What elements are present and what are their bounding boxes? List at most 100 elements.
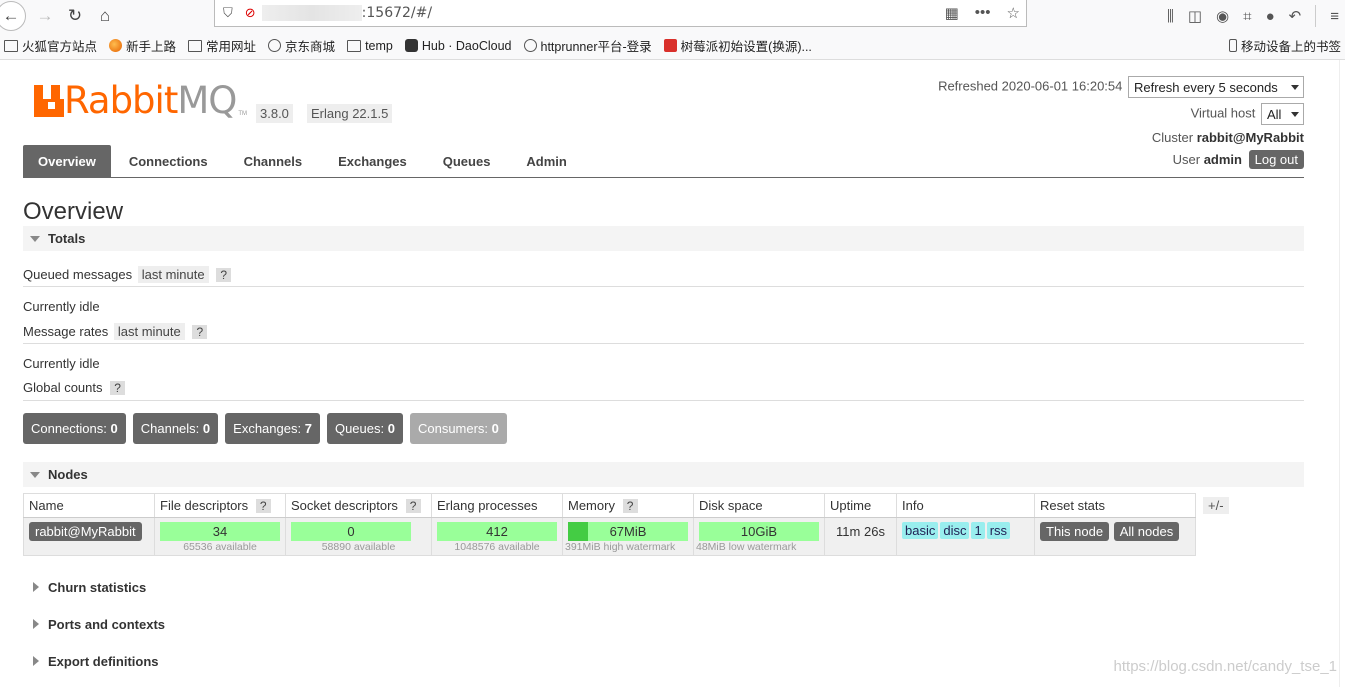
logo-text: RabbitMQ	[64, 79, 237, 122]
sockets-bar: 0	[291, 522, 411, 541]
bookmark-label: httprunner平台-登录	[540, 40, 652, 54]
bookmark-item[interactable]: 常用网址	[188, 36, 256, 55]
reset-this-node-button[interactable]: This node	[1040, 522, 1110, 541]
cluster-name: rabbit@MyRabbit	[1196, 130, 1304, 145]
bookmark-item[interactable]: temp	[347, 39, 393, 53]
sidebar-icon[interactable]: ◫	[1188, 7, 1202, 25]
menu-icon[interactable]: ≡	[1330, 8, 1339, 25]
global-counts-row: Global counts ?	[23, 380, 126, 395]
help-button[interactable]: ?	[255, 499, 271, 513]
globe-icon	[268, 39, 282, 52]
help-button[interactable]: ?	[622, 499, 638, 513]
folder-icon	[347, 39, 362, 52]
connections-count-button[interactable]: Connections: 0	[23, 413, 126, 444]
folder-icon	[188, 39, 203, 52]
info-tag: 1	[971, 522, 985, 539]
rabbitmq-logo[interactable]: RabbitMQ TM	[34, 79, 248, 122]
queued-messages-label: Queued messages	[23, 267, 133, 282]
nodes-section-header[interactable]: Nodes	[23, 462, 1304, 487]
idle-text: Currently idle	[23, 299, 100, 314]
fd-bar: 34	[160, 522, 280, 541]
bookmark-label: 京东商城	[285, 40, 336, 54]
ports-section-header[interactable]: Ports and contexts	[23, 617, 165, 632]
account-icon[interactable]: ◉	[1216, 7, 1229, 25]
help-button[interactable]: ?	[110, 381, 126, 395]
help-button[interactable]: ?	[216, 268, 232, 282]
screenshot-icon[interactable]: ⌗	[1243, 8, 1251, 25]
url-text: :15672/#/	[361, 5, 433, 21]
phone-icon	[1228, 39, 1237, 52]
consumers-count-button[interactable]: Consumers: 0	[409, 413, 507, 444]
bookmark-item[interactable]: httprunner平台-登录	[523, 36, 652, 55]
help-button[interactable]: ?	[192, 325, 208, 339]
rabbitmq-page: RabbitMQ TM 3.8.0 Erlang 22.1.5 Refreshe…	[0, 61, 1345, 687]
forward-button[interactable]: →	[30, 1, 60, 31]
queues-count-button[interactable]: Queues: 0	[326, 413, 403, 444]
back-button[interactable]: ←	[0, 1, 26, 31]
chat-icon[interactable]: ●	[1266, 8, 1275, 25]
refresh-interval-select[interactable]: Refresh every 5 seconds	[1128, 76, 1304, 98]
time-range-chip[interactable]: last minute	[113, 323, 185, 340]
tab-queues[interactable]: Queues	[425, 145, 509, 178]
global-counts: Connections: 0 Channels: 0 Exchanges: 7 …	[23, 413, 507, 444]
totals-section-header[interactable]: Totals	[23, 226, 1304, 251]
tab-admin[interactable]: Admin	[508, 145, 584, 178]
refresh-row: Refreshed 2020-06-01 16:20:54 Refresh ev…	[938, 76, 1304, 98]
memory-cell: 67MiB 391MiB high watermark	[562, 517, 694, 556]
export-section-header[interactable]: Export definitions	[23, 654, 159, 669]
watermark: https://blog.csdn.net/candy_tse_1	[1113, 658, 1337, 675]
column-header: Name	[23, 493, 155, 518]
star-icon[interactable]: ☆	[1007, 4, 1020, 22]
table-row: rabbit@MyRabbit 34 65536 available 0 588…	[23, 517, 1196, 556]
bookmark-item[interactable]: 树莓派初始设置(换源)...	[663, 36, 812, 55]
scrollbar[interactable]	[1339, 60, 1345, 687]
tab-channels[interactable]: Channels	[226, 145, 321, 178]
tab-overview[interactable]: Overview	[23, 145, 111, 178]
address-bar[interactable]: ⛉ ⊘ :15672/#/ ▦ ••• ☆	[214, 0, 1027, 27]
time-range-chip[interactable]: last minute	[137, 266, 209, 283]
chevron-down-icon	[1291, 111, 1299, 117]
channels-count-button[interactable]: Channels: 0	[132, 413, 219, 444]
churn-section-header[interactable]: Churn statistics	[23, 580, 146, 595]
bookmark-item[interactable]: 新手上路	[109, 36, 176, 55]
red-square-icon	[663, 39, 677, 52]
folder-icon	[4, 39, 18, 52]
procs-bar: 412	[437, 522, 557, 541]
vhost-select[interactable]: All	[1261, 103, 1304, 125]
browser-tools: ⫼ ◫ ◉ ⌗ ● ↶ ≡	[1167, 0, 1345, 32]
column-header: Uptime	[824, 493, 897, 518]
bookmark-item[interactable]: Hub · DaoCloud	[404, 39, 512, 53]
bookmark-label: 常用网址	[206, 40, 257, 54]
more-icon[interactable]: •••	[975, 4, 991, 22]
reset-cell: This node All nodes	[1034, 517, 1196, 556]
tab-connections[interactable]: Connections	[111, 145, 226, 178]
qr-code-icon[interactable]: ▦	[945, 4, 959, 22]
library-icon[interactable]: ⫼	[1167, 8, 1174, 25]
exchanges-count-button[interactable]: Exchanges: 7	[225, 413, 320, 444]
refreshed-label: Refreshed 2020-06-01 16:20:54	[938, 78, 1123, 94]
columns-toggle-button[interactable]: +/-	[1203, 497, 1229, 514]
section-title: Totals	[48, 231, 86, 246]
table-header-row: Name File descriptors ? Socket descripto…	[23, 493, 1196, 518]
bookmark-item[interactable]: 京东商城	[268, 36, 335, 55]
reload-button[interactable]: ↻	[60, 1, 90, 31]
column-header: Erlang processes	[431, 493, 563, 518]
tab-exchanges[interactable]: Exchanges	[320, 145, 425, 178]
cluster-row: Cluster rabbit@MyRabbit	[1152, 130, 1304, 145]
vhost-label: Virtual host	[1190, 105, 1256, 121]
divider	[23, 343, 1304, 344]
column-header: Info	[896, 493, 1035, 518]
home-button[interactable]: ⌂	[90, 1, 120, 31]
vhost-row: Virtual host All	[1191, 103, 1304, 125]
hub-icon	[404, 39, 418, 52]
reset-all-nodes-button[interactable]: All nodes	[1113, 522, 1180, 541]
memory-bar: 67MiB	[568, 522, 688, 541]
divider	[23, 400, 1304, 401]
node-name-link[interactable]: rabbit@MyRabbit	[29, 522, 142, 541]
mobile-bookmarks[interactable]: 移动设备上的书签	[1228, 36, 1341, 55]
undo-icon[interactable]: ↶	[1289, 7, 1302, 25]
bookmark-item[interactable]: 火狐官方站点	[4, 36, 97, 55]
logo-trademark: TM	[238, 111, 248, 117]
sockets-cell: 0 58890 available	[285, 517, 432, 556]
help-button[interactable]: ?	[405, 499, 421, 513]
